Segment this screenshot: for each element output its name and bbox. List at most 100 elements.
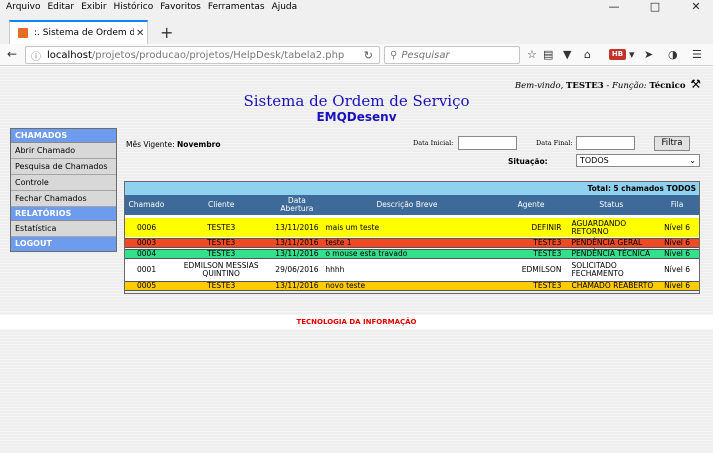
cell-chamado: 0004 bbox=[137, 249, 157, 258]
table-row[interactable]: 0001 EDMILSON MESSIAS QUINTINO 29/06/201… bbox=[125, 260, 699, 280]
back-arrow-icon[interactable]: ← bbox=[7, 47, 17, 61]
browser-tab[interactable]: :. Sistema de Ordem de S... ✕ bbox=[9, 20, 148, 44]
table-row[interactable]: 0006 TESTE3 13/11/2016 mais um teste DEF… bbox=[125, 218, 699, 237]
hb-extension-icon[interactable]: HB bbox=[609, 49, 626, 60]
cell-fila: Nível 6 bbox=[664, 281, 691, 290]
sidebar-item-abrir-chamado[interactable]: Abrir Chamado bbox=[11, 143, 116, 159]
cell-status: PENDÊNCIA GERAL bbox=[571, 238, 643, 247]
technician-icon: ⚒ bbox=[690, 77, 701, 91]
start-date-label: Data Inicial: bbox=[413, 139, 454, 147]
table-row[interactable]: 0004 TESTE3 13/11/2016 o mouse esta trav… bbox=[125, 249, 699, 259]
role-prefix: - Função: bbox=[606, 81, 647, 91]
site-favicon-icon bbox=[18, 28, 28, 38]
table-header: Chamado Cliente Data Abertura Descrição … bbox=[125, 195, 699, 215]
address-bar[interactable]: ⓘ localhost/projetos/producao/projetos/H… bbox=[25, 46, 380, 64]
end-date-label: Data Final: bbox=[536, 139, 573, 147]
welcome-user: TESTE3 bbox=[566, 81, 604, 91]
month-label: Mês Vigente: bbox=[126, 140, 175, 149]
sidebar-item-controle[interactable]: Controle bbox=[11, 175, 116, 191]
month-value: Novembro bbox=[177, 140, 221, 149]
window-controls: — □ ✕ bbox=[591, 0, 713, 14]
menu-exibir[interactable]: Exibir bbox=[81, 2, 106, 12]
situation-value: TODOS bbox=[580, 156, 609, 165]
search-input[interactable] bbox=[401, 49, 512, 61]
cell-fila: Nível 6 bbox=[664, 249, 691, 258]
col-cliente: Cliente bbox=[207, 200, 235, 209]
shield-icon[interactable]: ◑ bbox=[668, 48, 678, 61]
cell-cliente: TESTE3 bbox=[207, 222, 236, 232]
filter-button[interactable]: Filtra bbox=[654, 136, 690, 151]
cell-descricao: hhhh bbox=[325, 265, 345, 274]
close-window-icon[interactable]: ✕ bbox=[679, 0, 713, 14]
tab-title: :. Sistema de Ordem de S... bbox=[34, 28, 134, 38]
cell-data: 13/11/2016 bbox=[275, 249, 319, 258]
close-tab-icon[interactable]: ✕ bbox=[136, 28, 144, 39]
url-path: /projetos/producao/projetos/HelpDesk/tab… bbox=[91, 49, 345, 61]
col-agente: Agente bbox=[517, 200, 545, 209]
menu-ferramentas[interactable]: Ferramentas bbox=[208, 2, 265, 12]
situation-label: Situação: bbox=[508, 157, 548, 166]
cell-cliente: TESTE3 bbox=[207, 249, 236, 258]
cell-data: 29/06/2016 bbox=[275, 265, 319, 274]
search-bar[interactable]: ⚲ bbox=[384, 46, 520, 64]
welcome-line: Bem-vindo, TESTE3 - Função: Técnico ⚒ bbox=[515, 77, 701, 91]
footer-text: TECNOLOGIA DA INFORMAÇÃO bbox=[0, 315, 713, 329]
total-value: 5 chamados TODOS bbox=[613, 184, 696, 193]
cell-agente: EDMILSON bbox=[521, 265, 562, 274]
navigation-toolbar: ← ⓘ localhost/projetos/producao/projetos… bbox=[0, 44, 713, 66]
cell-fila: Nível 6 bbox=[664, 222, 691, 232]
col-status: Status bbox=[599, 200, 624, 209]
cell-cliente: TESTE3 bbox=[207, 238, 236, 247]
extension-dropdown-icon[interactable]: ▾ bbox=[629, 48, 635, 61]
menu-historico[interactable]: Histórico bbox=[114, 2, 154, 12]
page-title: Sistema de Ordem de Serviço bbox=[243, 92, 470, 110]
menu-favoritos[interactable]: Favoritos bbox=[160, 2, 201, 12]
reload-icon[interactable]: ↻ bbox=[364, 49, 373, 62]
menu-arquivo[interactable]: Arquivo bbox=[6, 2, 40, 12]
home-icon[interactable]: ⌂ bbox=[584, 48, 591, 61]
send-icon[interactable]: ➤ bbox=[644, 48, 653, 61]
welcome-prefix: Bem-vindo, bbox=[514, 81, 564, 91]
hamburger-menu-icon[interactable]: ☰ bbox=[692, 48, 702, 61]
end-date-input[interactable] bbox=[576, 136, 635, 150]
table-row[interactable]: 0005 TESTE3 13/11/2016 novo teste TESTE3… bbox=[125, 281, 699, 291]
cell-cliente: EDMILSON MESSIAS QUINTINO bbox=[183, 261, 259, 278]
pocket-icon[interactable]: ▼ bbox=[563, 48, 571, 61]
reading-list-icon[interactable]: ▤ bbox=[543, 48, 553, 61]
start-date-input[interactable] bbox=[458, 136, 517, 150]
cell-descricao: teste 1 bbox=[325, 238, 352, 247]
sidebar-heading-chamados: CHAMADOS bbox=[11, 129, 116, 143]
cell-agente: DEFINIR bbox=[531, 222, 562, 232]
info-icon[interactable]: ⓘ bbox=[31, 48, 41, 63]
current-month: Mês Vigente: Novembro bbox=[126, 140, 220, 149]
page-subtitle: EMQDesenv bbox=[316, 110, 397, 124]
sidebar-item-estatistica[interactable]: Estatística bbox=[11, 221, 116, 237]
minimize-icon[interactable]: — bbox=[597, 0, 631, 14]
situation-select[interactable]: TODOS ⌄ bbox=[576, 154, 700, 167]
cell-data: 13/11/2016 bbox=[275, 222, 319, 232]
menu-ajuda[interactable]: Ajuda bbox=[272, 2, 298, 12]
url-text: localhost/projetos/producao/projetos/Hel… bbox=[47, 50, 344, 61]
cell-chamado: 0003 bbox=[137, 238, 157, 247]
sidebar-item-logout[interactable]: LOGOUT bbox=[11, 237, 116, 251]
cell-status: PENDÊNCIA TÉCNICA bbox=[571, 249, 651, 258]
chevron-down-icon: ⌄ bbox=[689, 156, 696, 165]
sidebar-item-fechar-chamados[interactable]: Fechar Chamados bbox=[11, 191, 116, 207]
cell-agente: TESTE3 bbox=[533, 281, 562, 290]
col-fila: Fila bbox=[670, 200, 684, 209]
col-descricao: Descrição Breve bbox=[376, 200, 438, 209]
cell-status: CHAMADO REABERTO bbox=[571, 281, 654, 290]
sidebar-heading-relatorios: RELATÓRIOS bbox=[11, 207, 116, 221]
star-icon[interactable]: ☆ bbox=[527, 48, 537, 61]
tickets-table: Total: 5 chamados TODOS Chamado Cliente … bbox=[124, 181, 700, 294]
cell-chamado: 0001 bbox=[137, 265, 157, 274]
cell-descricao: o mouse esta travado bbox=[325, 249, 408, 258]
new-tab-icon[interactable]: + bbox=[160, 23, 173, 42]
menu-editar[interactable]: Editar bbox=[47, 2, 74, 12]
sidebar-menu: CHAMADOS Abrir Chamado Pesquisa de Chama… bbox=[10, 128, 117, 252]
sidebar-item-pesquisa-chamados[interactable]: Pesquisa de Chamados bbox=[11, 159, 116, 175]
cell-fila: Nível 6 bbox=[664, 265, 691, 274]
table-row[interactable]: 0003 TESTE3 13/11/2016 teste 1 TESTE3 PE… bbox=[125, 238, 699, 248]
maximize-icon[interactable]: □ bbox=[638, 0, 672, 14]
cell-data: 13/11/2016 bbox=[275, 238, 319, 247]
